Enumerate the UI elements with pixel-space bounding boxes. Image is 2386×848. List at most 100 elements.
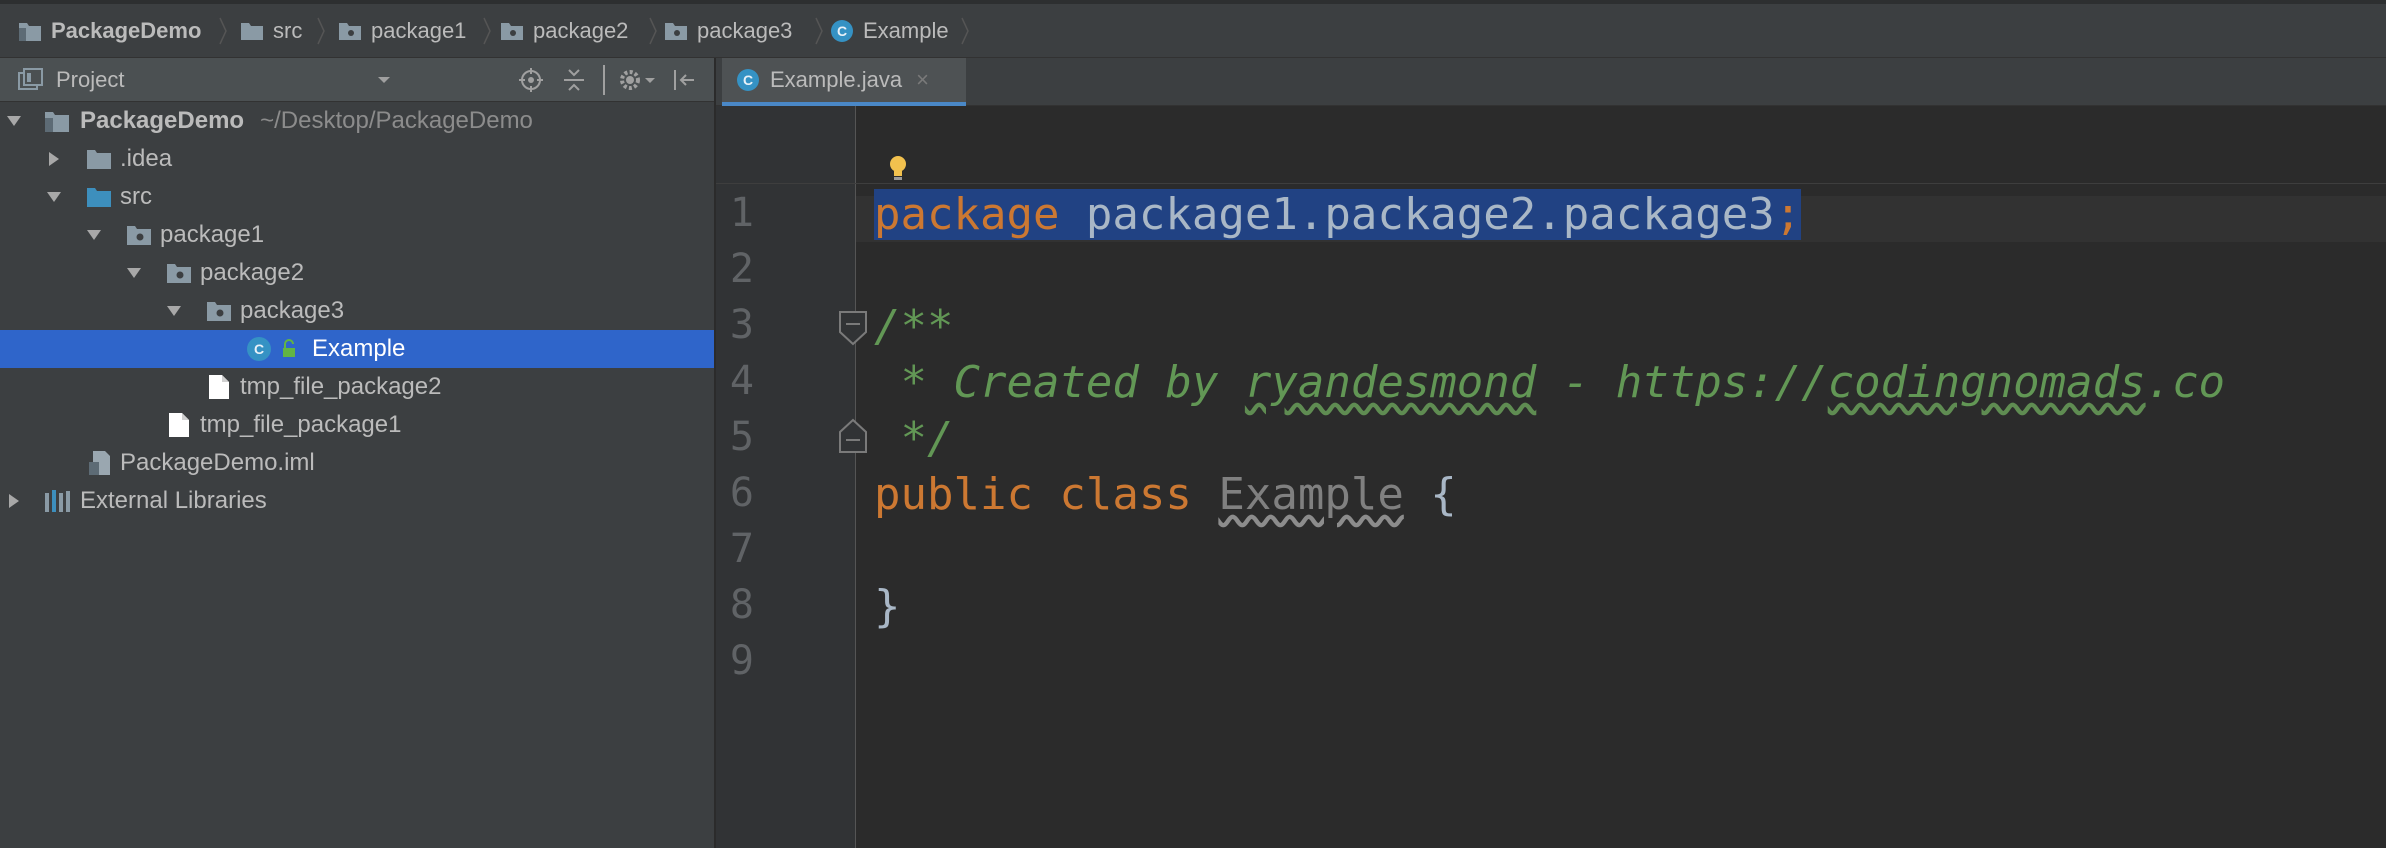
project-view-selector[interactable]: Project [56,58,124,102]
tree-item-idea[interactable]: .idea [0,140,714,178]
lock-icon [280,330,298,368]
breadcrumb-separator [960,4,970,58]
typo-underline: ryandesmond [1244,357,1537,408]
breadcrumb-separator [648,4,658,58]
editor-top-divider [716,183,2386,184]
fold-end-marker-icon[interactable] [838,418,868,454]
expand-arrow-icon[interactable] [86,216,102,254]
class-icon: C [736,68,760,92]
breadcrumb-package1[interactable]: package1 [338,4,466,58]
breadcrumb-separator [218,4,228,58]
breadcrumb-separator [814,4,824,58]
package-icon [500,21,524,41]
selected-text: package package1.package2.package3; [874,189,1802,240]
collapsed-arrow-icon[interactable] [6,482,22,520]
code-line-4[interactable]: * Created by ryandesmond - https://codin… [874,356,2225,410]
project-panel-header: Project [0,58,714,102]
toolbar-divider [602,58,606,102]
gear-icon[interactable] [618,58,656,102]
project-view-icon [18,58,44,102]
project-folder-icon [18,20,42,42]
tree-item-tmp-file-package2[interactable]: tmp_file_package2 [0,368,714,406]
line-number: 7 [729,526,754,572]
hide-panel-icon[interactable] [672,58,698,102]
line-number: 9 [729,638,754,684]
tree-item-label: package3 [240,297,345,324]
code-line-6[interactable]: public class Example { [874,468,1457,522]
tree-item-label: package2 [200,259,305,286]
code-line-1[interactable]: package package1.package2.package3; [874,188,1802,242]
package-icon [206,292,232,330]
navigation-bar: PackageDemo src package1 package2 packag… [0,0,2386,58]
tree-item-package2[interactable]: package2 [0,254,714,292]
tree-item-external-libraries[interactable]: External Libraries [0,482,714,520]
breadcrumb-example[interactable]: C Example [830,4,949,58]
line-number: 2 [729,246,754,292]
lightbulb-icon[interactable] [888,154,908,182]
tree-item-src[interactable]: src [0,178,714,216]
tree-item-tmp-file-package1[interactable]: tmp_file_package1 [0,406,714,444]
code-line-3[interactable]: /** [874,300,953,354]
breadcrumb-project[interactable]: PackageDemo [18,4,201,58]
unused-class-name: Example [1218,469,1404,520]
tree-item-example[interactable]: C Example [0,330,714,368]
folder-icon [86,140,112,178]
tree-item-packagedemo[interactable]: PackageDemo ~/Desktop/PackageDemo [0,102,714,140]
iml-file-icon [88,444,112,482]
source-folder-icon [86,178,112,216]
collapse-all-icon[interactable] [562,58,586,102]
line-number: 3 [729,302,754,348]
line-number: 4 [729,358,754,404]
breadcrumb-package3[interactable]: package3 [664,4,792,58]
tree-item-package1[interactable]: package1 [0,216,714,254]
tree-item-label: .idea [120,145,173,172]
svg-text:C: C [254,341,264,357]
breadcrumb-package2[interactable]: package2 [500,4,628,58]
line-number: 8 [729,582,754,628]
file-icon [168,406,190,444]
package-icon [126,216,152,254]
tab-label: Example.java [770,67,903,92]
typo-underline: codingnomads [1827,357,2146,408]
expand-arrow-icon[interactable] [126,254,142,292]
tree-item-label: PackageDemo [80,107,245,134]
locate-target-icon[interactable] [518,58,544,102]
package-icon [338,21,362,41]
collapsed-arrow-icon[interactable] [46,140,62,178]
line-number: 6 [729,470,754,516]
project-tool-window: Project PackageDemo ~/Desktop/PackageDem… [0,58,716,848]
file-icon [208,368,230,406]
breadcrumb-src[interactable]: src [240,4,302,58]
project-folder-icon [44,102,70,140]
tree-item-label: src [120,183,152,210]
tree-item-label: Example [312,335,406,362]
editor-tab-bar: C Example.java × [716,58,2386,106]
breadcrumb-separator [482,4,492,58]
project-path-hint: ~/Desktop/PackageDemo [260,107,533,134]
chevron-down-icon[interactable] [376,58,392,102]
tree-item-package3[interactable]: package3 [0,292,714,330]
tree-item-label: package1 [160,221,265,248]
expand-arrow-icon[interactable] [166,292,182,330]
package-icon [166,254,192,292]
line-number: 1 [729,190,754,236]
code-line-5[interactable]: */ [874,412,953,466]
breadcrumb-separator [316,4,326,58]
package-icon [664,21,688,41]
svg-text:C: C [837,23,847,39]
tab-example-java[interactable]: C Example.java × [722,58,966,106]
fold-marker-icon[interactable] [838,310,868,346]
tree-item-label: tmp_file_package2 [240,373,442,400]
close-icon[interactable]: × [916,67,929,93]
folder-icon [240,21,264,41]
svg-text:C: C [743,72,753,88]
code-line-8[interactable]: } [874,580,901,634]
tree-item-label: tmp_file_package1 [200,411,402,438]
class-icon: C [246,330,272,368]
tree-item-packagedemo-iml[interactable]: PackageDemo.iml [0,444,714,482]
tree-item-label: External Libraries [80,487,267,514]
line-number: 5 [729,414,754,460]
libraries-icon [44,482,74,520]
expand-arrow-icon[interactable] [6,102,22,140]
expand-arrow-icon[interactable] [46,178,62,216]
